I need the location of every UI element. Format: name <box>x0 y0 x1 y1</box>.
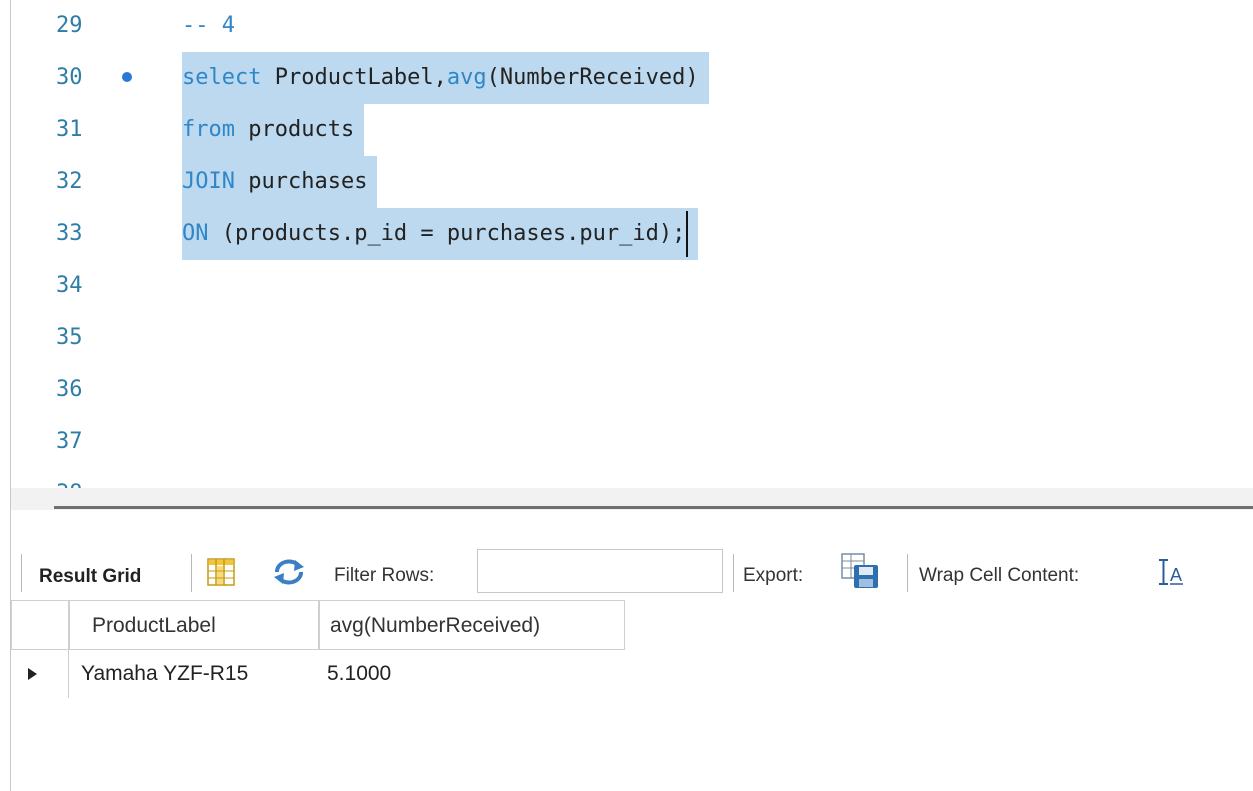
line-number: 38 <box>56 468 83 488</box>
refresh-icon[interactable] <box>271 558 307 586</box>
export-label: Export: <box>743 565 804 586</box>
result-toolbar: Result Grid Filter Rows: Export: Wrap Ce… <box>11 540 1253 604</box>
mysql-workbench-query-window: 29 -- 4 30 select ProductLabel,avg(NumberRe… <box>0 0 1253 791</box>
code-line[interactable]: 30 select ProductLabel,avg(NumberReceived… <box>11 52 1253 104</box>
current-row-arrow-icon <box>28 668 37 680</box>
code-text[interactable]: select ProductLabel,avg(NumberReceived) <box>182 52 709 104</box>
grid-layout-icon[interactable] <box>206 557 236 587</box>
export-table-icon[interactable] <box>840 552 880 590</box>
table-cell[interactable]: Yamaha YZF-R15 <box>81 650 248 698</box>
code-line[interactable]: 33 ON (products.p_id = purchases.pur_id); <box>11 208 1253 260</box>
line-number: 35 <box>56 325 83 350</box>
sql-keyword: from <box>182 117 235 142</box>
svg-text:A: A <box>1170 565 1182 585</box>
row-marker-header <box>11 600 69 650</box>
sql-keyword: avg <box>446 65 487 90</box>
column-header-avg-numberreceived[interactable]: avg(NumberReceived) <box>319 600 625 650</box>
line-number: 36 <box>56 377 83 402</box>
table-cell[interactable]: 5.1000 <box>327 650 391 698</box>
code-line[interactable]: 35 <box>11 312 1253 364</box>
sql-token: ProductLabel, <box>261 65 447 90</box>
sql-token: products <box>234 117 355 142</box>
sql-token: purchases <box>234 169 368 194</box>
column-header-productlabel[interactable]: ProductLabel <box>69 600 319 650</box>
sql-token: (products.p_id = purchases.pur_id); <box>208 221 686 246</box>
tab-result-grid[interactable]: Result Grid <box>39 566 141 588</box>
code-line[interactable]: 29 -- 4 <box>11 0 1253 52</box>
code-line[interactable]: 34 <box>11 260 1253 312</box>
code-line[interactable]: 31 from products <box>11 104 1253 156</box>
code-text[interactable]: ON (products.p_id = purchases.pur_id); <box>182 208 699 260</box>
toolbar-separator <box>191 554 192 592</box>
line-number: 29 <box>56 13 83 38</box>
line-number: 31 <box>56 117 83 142</box>
text-caret <box>686 211 689 257</box>
sql-keyword: ON <box>182 221 209 246</box>
wrap-text-icon[interactable]: A <box>1157 557 1185 589</box>
code-text[interactable]: from products <box>182 104 365 156</box>
wrap-cell-content-label: Wrap Cell Content: <box>919 565 1080 586</box>
line-number: 30 <box>56 65 83 90</box>
code-text[interactable]: JOIN purchases <box>182 156 378 208</box>
code-line[interactable]: 37 <box>11 416 1253 468</box>
panel-splitter[interactable] <box>54 506 1253 509</box>
filter-rows-input[interactable] <box>477 549 723 593</box>
line-number: 32 <box>56 169 83 194</box>
code-line[interactable]: 36 <box>11 364 1253 416</box>
row-marker[interactable] <box>11 650 69 698</box>
sql-comment: -- 4 <box>182 13 235 38</box>
toolbar-separator <box>733 554 734 592</box>
statement-marker-icon[interactable] <box>122 72 132 82</box>
filter-rows-label: Filter Rows: <box>334 565 435 586</box>
line-number: 33 <box>56 221 83 246</box>
line-number: 37 <box>56 429 83 454</box>
toolbar-separator <box>907 554 908 592</box>
result-grid: ProductLabel avg(NumberReceived) Yamaha … <box>11 600 631 700</box>
code-text[interactable]: -- 4 <box>182 0 245 52</box>
toolbar-separator <box>21 554 22 592</box>
code-line[interactable]: 32 JOIN purchases <box>11 156 1253 208</box>
sql-token: (NumberReceived) <box>486 65 699 90</box>
code-line[interactable]: 38 <box>11 468 1253 488</box>
sql-editor[interactable]: 29 -- 4 30 select ProductLabel,avg(NumberRe… <box>11 0 1253 488</box>
sql-keyword: select <box>182 65 262 90</box>
line-number: 34 <box>56 273 83 298</box>
sql-keyword: JOIN <box>182 169 235 194</box>
